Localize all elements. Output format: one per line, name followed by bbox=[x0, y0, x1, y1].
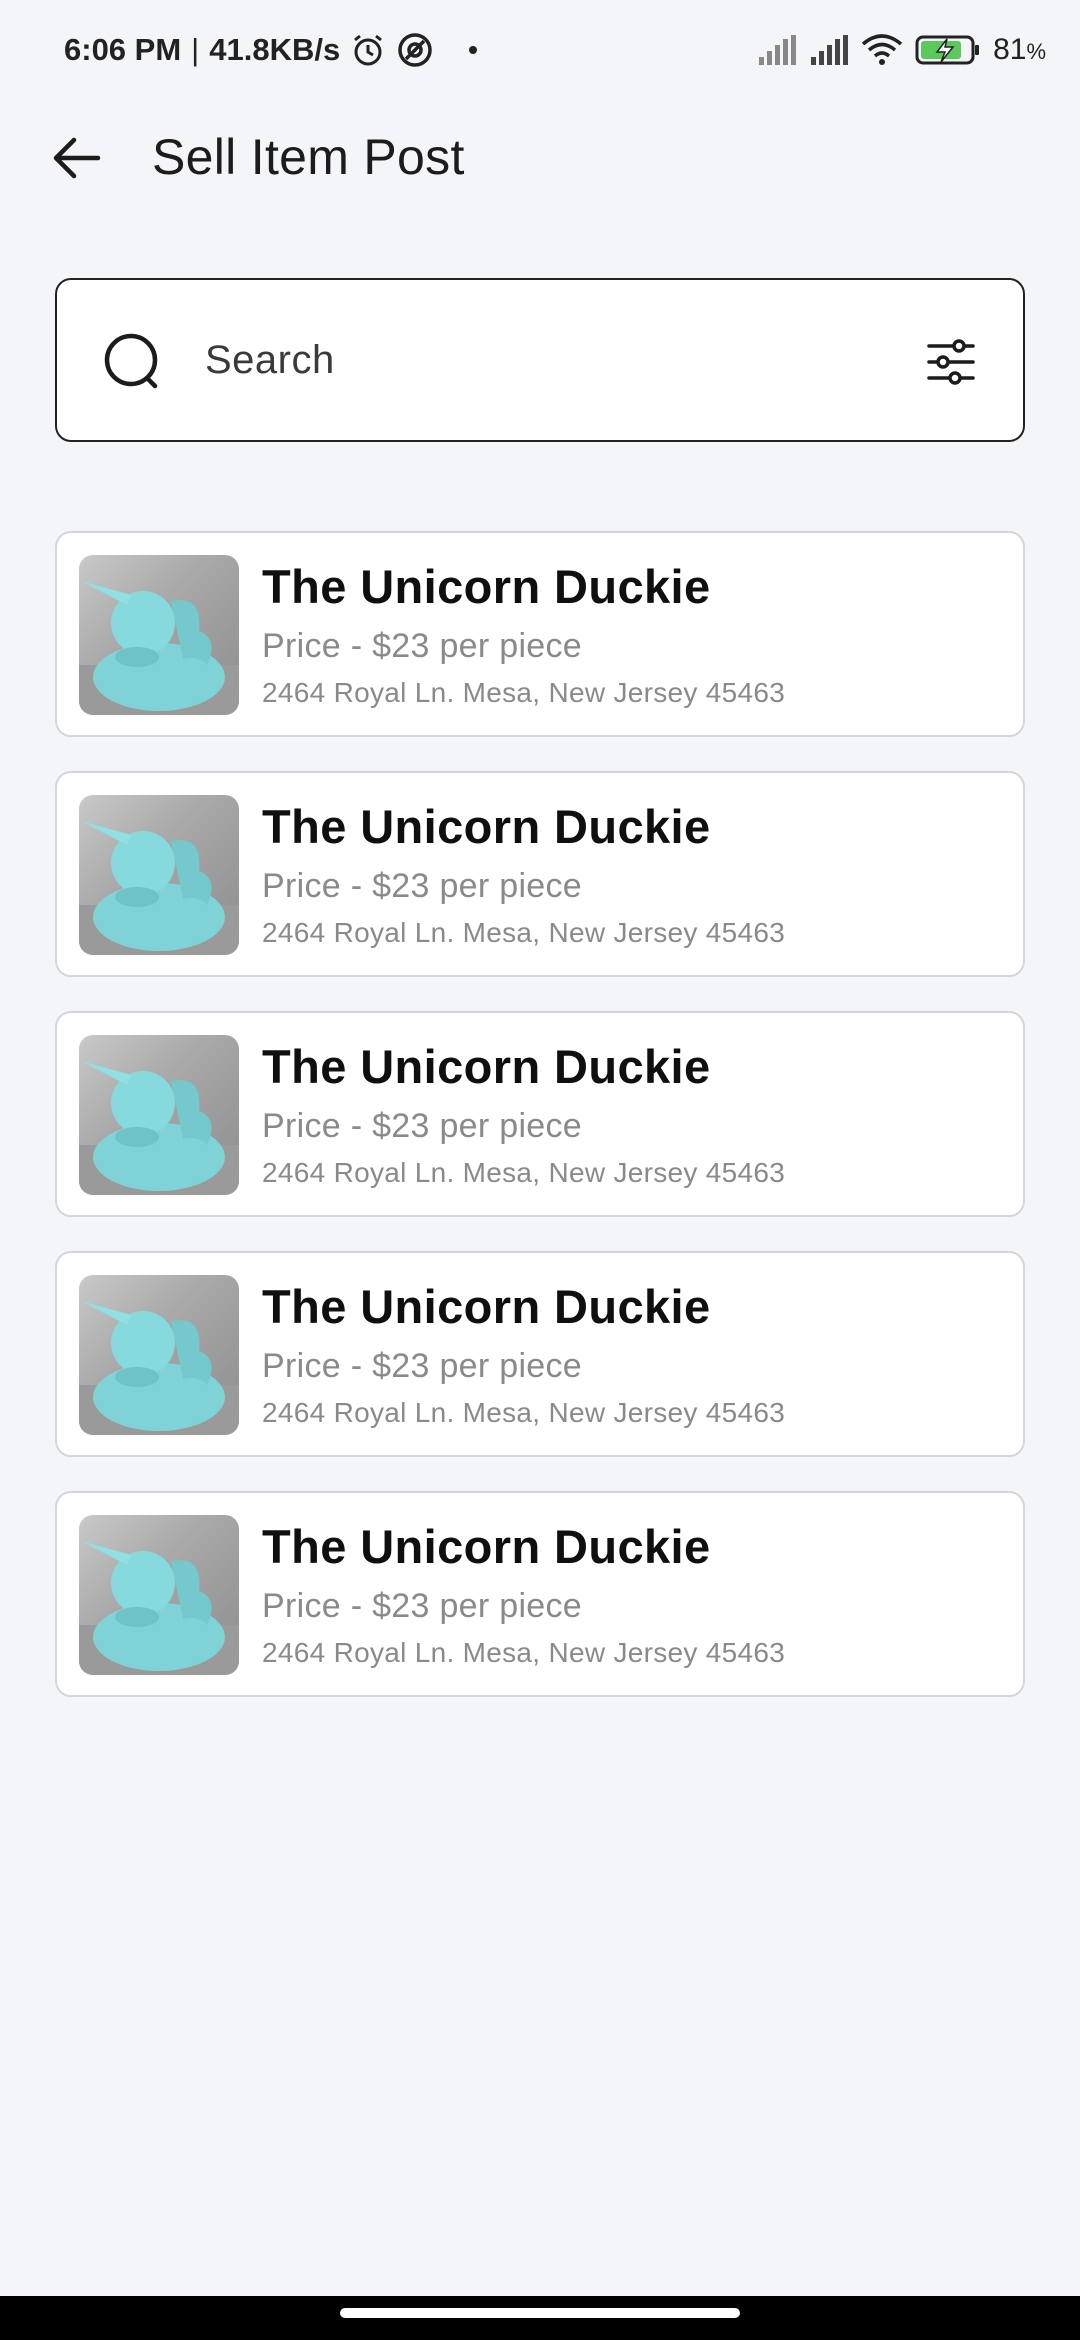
status-right: 81% bbox=[757, 33, 1046, 67]
vpn-icon bbox=[396, 31, 434, 69]
item-title: The Unicorn Duckie bbox=[262, 1280, 711, 1333]
network-speed: 41.8KB/s bbox=[209, 32, 341, 67]
app-bar: Sell Item Post bbox=[0, 110, 1080, 210]
home-indicator[interactable] bbox=[340, 2308, 740, 2318]
unicorn-duck-image bbox=[79, 581, 239, 715]
search-bar[interactable]: Search bbox=[55, 278, 1025, 442]
item-price: Price - $23 per piece bbox=[262, 1107, 583, 1145]
page-title: Sell Item Post bbox=[152, 129, 465, 185]
system-nav-bar bbox=[0, 2296, 1080, 2340]
item-title: The Unicorn Duckie bbox=[262, 1040, 711, 1093]
wifi-icon bbox=[861, 34, 903, 66]
unicorn-duck-image bbox=[79, 1541, 239, 1675]
item-address: 2464 Royal Ln. Mesa, New Jersey 45463 bbox=[262, 1637, 786, 1668]
item-address: 2464 Royal Ln. Mesa, New Jersey 45463 bbox=[262, 677, 786, 708]
battery-percent: 81% bbox=[993, 33, 1046, 66]
battery-charging-icon bbox=[915, 34, 981, 66]
item-price: Price - $23 per piece bbox=[262, 1347, 583, 1385]
item-address: 2464 Royal Ln. Mesa, New Jersey 45463 bbox=[262, 1397, 786, 1428]
unicorn-duck-image bbox=[79, 821, 239, 955]
status-left: 6:06 PM | 41.8KB/s bbox=[64, 31, 478, 69]
item-price: Price - $23 per piece bbox=[262, 867, 583, 905]
item-title: The Unicorn Duckie bbox=[262, 800, 711, 853]
list-item[interactable]: The Unicorn Duckie Price - $23 per piece… bbox=[55, 771, 1025, 977]
signal-icon bbox=[757, 35, 797, 65]
item-title: The Unicorn Duckie bbox=[262, 1520, 711, 1573]
list-item[interactable]: The Unicorn Duckie Price - $23 per piece… bbox=[55, 1251, 1025, 1457]
dot-icon bbox=[468, 45, 478, 55]
arrow-left-icon bbox=[50, 136, 102, 185]
alarm-icon bbox=[350, 32, 386, 68]
list-item[interactable]: The Unicorn Duckie Price - $23 per piece… bbox=[55, 531, 1025, 737]
search-icon bbox=[101, 330, 167, 396]
item-address: 2464 Royal Ln. Mesa, New Jersey 45463 bbox=[262, 1157, 786, 1188]
list-item[interactable]: The Unicorn Duckie Price - $23 per piece… bbox=[55, 1491, 1025, 1697]
item-thumbnail bbox=[79, 555, 239, 715]
item-address: 2464 Royal Ln. Mesa, New Jersey 45463 bbox=[262, 917, 786, 948]
item-title: The Unicorn Duckie bbox=[262, 560, 711, 613]
item-thumbnail bbox=[79, 795, 239, 955]
status-time: 6:06 PM bbox=[64, 32, 182, 67]
item-thumbnail bbox=[79, 1515, 239, 1675]
back-button[interactable] bbox=[46, 130, 106, 190]
item-thumbnail bbox=[79, 1035, 239, 1195]
search-input[interactable]: Search bbox=[205, 338, 335, 383]
item-thumbnail bbox=[79, 1275, 239, 1435]
filter-sliders-icon[interactable] bbox=[925, 336, 977, 388]
unicorn-duck-image bbox=[79, 1301, 239, 1435]
item-price: Price - $23 per piece bbox=[262, 1587, 583, 1625]
status-bar: 6:06 PM | 41.8KB/s 81% bbox=[0, 0, 1080, 100]
list-item[interactable]: The Unicorn Duckie Price - $23 per piece… bbox=[55, 1011, 1025, 1217]
unicorn-duck-image bbox=[79, 1061, 239, 1195]
signal-icon bbox=[809, 35, 849, 65]
status-separator: | bbox=[191, 32, 200, 67]
item-price: Price - $23 per piece bbox=[262, 627, 583, 665]
